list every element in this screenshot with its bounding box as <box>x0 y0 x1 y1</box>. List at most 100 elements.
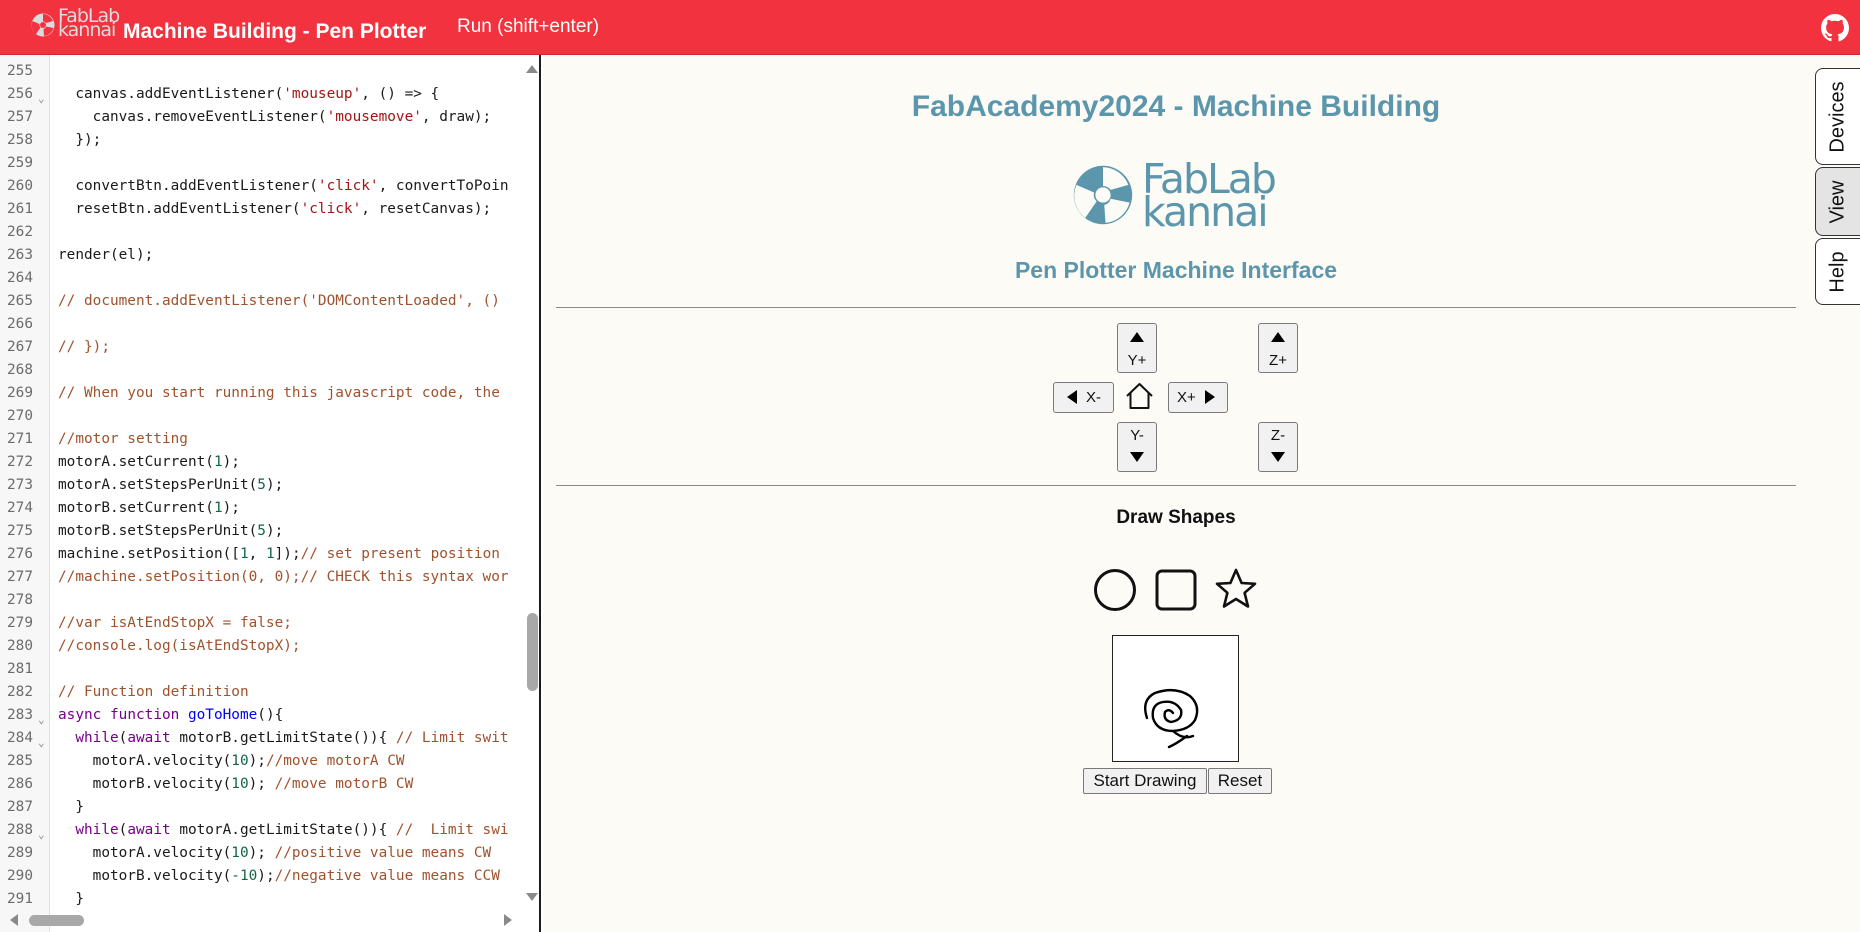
code-line[interactable]: 276 machine.setPosition([1, 1]);// set pr… <box>0 543 525 566</box>
line-number: 260 <box>7 178 33 194</box>
code-line[interactable]: 263 render(el); <box>0 244 525 267</box>
code-line[interactable]: 275 motorB.setStepsPerUnit(5); <box>0 520 525 543</box>
x-plus-button[interactable]: X+ <box>1168 382 1228 413</box>
code-line[interactable]: 258 }); <box>0 129 525 152</box>
drawing-canvas[interactable] <box>1112 635 1239 762</box>
code-text: } <box>58 799 84 815</box>
y-plus-button[interactable]: Y+ <box>1117 323 1157 373</box>
line-number: 259 <box>7 155 33 171</box>
code-line[interactable]: 264 <box>0 267 525 290</box>
line-number: 274 <box>7 500 33 516</box>
code-line[interactable]: 257 canvas.removeEventListener('mousemov… <box>0 106 525 129</box>
code-line[interactable]: 282 // Function definition <box>0 681 525 704</box>
line-number: 271 <box>7 431 33 447</box>
page-title: FabAcademy2024 - Machine Building <box>911 90 1441 123</box>
code-line[interactable]: 259 <box>0 152 525 175</box>
code-line[interactable]: 260 convertBtn.addEventListener('click',… <box>0 175 525 198</box>
line-number: 275 <box>7 523 33 539</box>
line-number: 264 <box>7 270 33 286</box>
fablab-logo-icon <box>1073 165 1133 225</box>
tab-devices[interactable]: Devices <box>1815 68 1860 165</box>
scroll-down-arrow-icon[interactable] <box>526 893 538 901</box>
code-line[interactable]: 261 resetBtn.addEventListener('click', r… <box>0 198 525 221</box>
app-header: FabLab kannai Machine Building - Pen Plo… <box>0 0 1860 55</box>
line-number: 289 <box>7 845 33 861</box>
code-line[interactable]: 255 <box>0 60 525 83</box>
code-line[interactable]: 265 // document.addEventListener('DOMCont… <box>0 290 525 313</box>
logo-text-bottom: kannai <box>58 19 116 41</box>
line-number: 282 <box>7 684 33 700</box>
tab-help[interactable]: Help <box>1815 238 1860 305</box>
code-text: while(await motorA.getLimitState()){ // … <box>75 822 509 838</box>
square-icon[interactable] <box>1154 568 1198 612</box>
circle-icon[interactable] <box>1093 568 1137 612</box>
code-line[interactable]: 280 //console.log(isAtEndStopX); <box>0 635 525 658</box>
vertical-scrollbar[interactable] <box>524 55 539 908</box>
code-line[interactable]: 267 // }); <box>0 336 525 359</box>
github-icon[interactable] <box>1821 14 1849 42</box>
code-line[interactable]: 269 // When you start running this javasc… <box>0 382 525 405</box>
fablab-kannai-logo: FabLab kannai <box>1070 155 1290 235</box>
line-number: 279 <box>7 615 33 631</box>
line-number: 288 <box>7 822 33 838</box>
z-plus-label: Z+ <box>1269 352 1287 369</box>
code-line[interactable]: 273 motorA.setStepsPerUnit(5); <box>0 474 525 497</box>
z-minus-label: Z- <box>1270 427 1286 444</box>
y-minus-button[interactable]: Y- <box>1117 422 1157 472</box>
code-line[interactable]: 287 } <box>0 796 525 819</box>
line-number: 291 <box>7 891 33 907</box>
code-line[interactable]: 284 ⌄ while(await motorB.getLimitState())… <box>0 727 525 750</box>
logo-text-bottom: kannai <box>1142 188 1269 236</box>
code-line[interactable]: 281 <box>0 658 525 681</box>
code-line[interactable]: 268 <box>0 359 525 382</box>
line-number: 273 <box>7 477 33 493</box>
scroll-up-arrow-icon[interactable] <box>526 65 538 73</box>
code-line[interactable]: 288 ⌄ while(await motorA.getLimitState())… <box>0 819 525 842</box>
home-icon[interactable] <box>1125 382 1154 410</box>
code-line[interactable]: 290 motorB.velocity(-10);//negative valu… <box>0 865 525 888</box>
run-button[interactable]: Run (shift+enter) <box>457 16 599 38</box>
code-line[interactable]: 272 motorA.setCurrent(1); <box>0 451 525 474</box>
code-line[interactable]: 266 <box>0 313 525 336</box>
code-line[interactable]: 256 ⌄ canvas.addEventListener('mouseup', … <box>0 83 525 106</box>
line-number: 277 <box>7 569 33 585</box>
scroll-right-arrow-icon[interactable] <box>504 914 512 926</box>
code-text: motorB.setStepsPerUnit(5); <box>58 523 284 539</box>
line-number: 284 <box>7 730 33 746</box>
fablab-logo-icon <box>31 13 55 37</box>
code-line[interactable]: 274 motorB.setCurrent(1); <box>0 497 525 520</box>
z-plus-button[interactable]: Z+ <box>1258 323 1298 373</box>
arrow-up-icon <box>1130 332 1144 342</box>
reset-button[interactable]: Reset <box>1208 768 1272 794</box>
horizontal-scroll-thumb[interactable] <box>29 915 84 926</box>
code-editor[interactable]: 255 256 ⌄ canvas.addEventListener('mouseup… <box>0 55 541 932</box>
code-line[interactable]: 277 //machine.setPosition(0, 0);// CHECK … <box>0 566 525 589</box>
vertical-scroll-thumb[interactable] <box>527 613 538 691</box>
code-line[interactable]: 270 <box>0 405 525 428</box>
code-text: resetBtn.addEventListener('click', reset… <box>58 201 492 217</box>
code-line[interactable]: 271 //motor setting <box>0 428 525 451</box>
star-icon[interactable] <box>1214 567 1258 611</box>
code-text: motorB.velocity(-10);//negative value me… <box>58 868 500 884</box>
code-line[interactable]: 289 motorA.velocity(10); //positive valu… <box>0 842 525 865</box>
code-line[interactable]: 278 <box>0 589 525 612</box>
arrow-left-icon <box>1067 390 1077 404</box>
code-text: //console.log(isAtEndStopX); <box>58 638 301 654</box>
code-line[interactable]: 286 motorB.velocity(10); //move motorB C… <box>0 773 525 796</box>
line-number: 262 <box>7 224 33 240</box>
line-number: 276 <box>7 546 33 562</box>
code-text: //machine.setPosition(0, 0);// CHECK thi… <box>58 569 509 585</box>
code-line[interactable]: 283 ⌄ async function goToHome(){ <box>0 704 525 727</box>
start-drawing-button[interactable]: Start Drawing <box>1083 768 1207 794</box>
divider <box>556 307 1796 308</box>
z-minus-button[interactable]: Z- <box>1258 422 1298 472</box>
scroll-left-arrow-icon[interactable] <box>10 914 18 926</box>
line-number: 263 <box>7 247 33 263</box>
x-minus-button[interactable]: X- <box>1053 382 1114 413</box>
line-number: 278 <box>7 592 33 608</box>
tab-view[interactable]: View <box>1815 167 1860 236</box>
code-line[interactable]: 262 <box>0 221 525 244</box>
code-line[interactable]: 291 } <box>0 888 525 911</box>
code-line[interactable]: 279 //var isAtEndStopX = false; <box>0 612 525 635</box>
code-line[interactable]: 285 motorA.velocity(10);//move motorA CW <box>0 750 525 773</box>
